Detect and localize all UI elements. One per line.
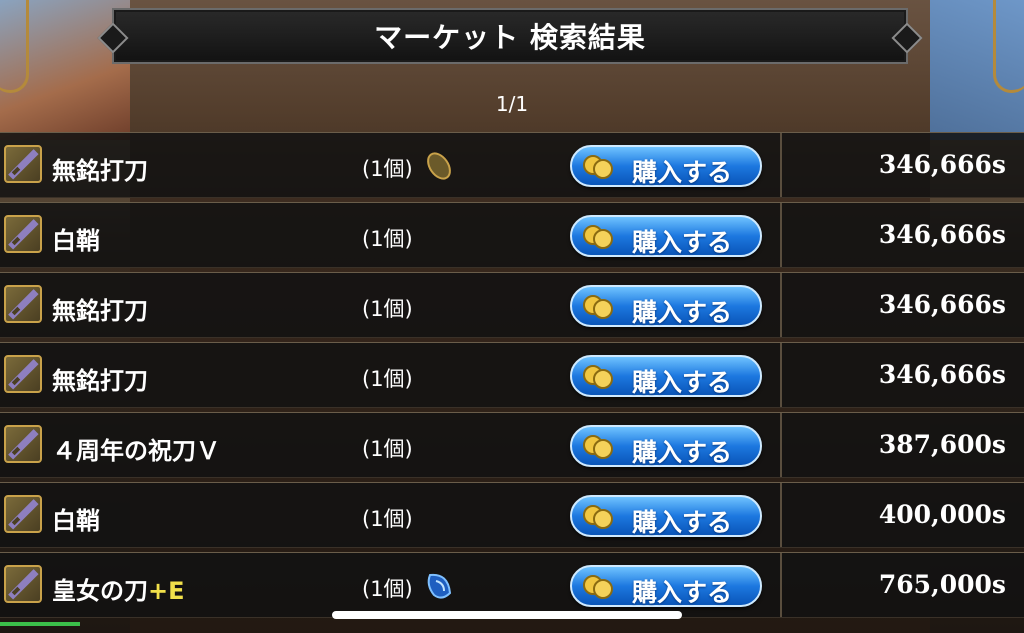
item-name: 白鞘 <box>52 507 100 535</box>
coin-icon <box>582 364 616 390</box>
seed-icon <box>422 149 456 183</box>
sword-icon <box>4 495 42 533</box>
item-name: 皇女の刀+E <box>52 577 185 605</box>
list-item: 白鞘 (1個) 購入する 346,666s <box>0 202 1024 268</box>
buy-button[interactable]: 購入する <box>570 285 762 327</box>
page-title: マーケット 検索結果 <box>374 21 646 54</box>
sword-icon <box>4 215 42 253</box>
item-price: 400,000s <box>878 500 1006 529</box>
coin-icon <box>582 504 616 530</box>
item-quantity: (1個) <box>362 507 413 531</box>
coin-icon <box>582 294 616 320</box>
item-quantity: (1個) <box>362 157 413 181</box>
item-price: 346,666s <box>878 220 1006 249</box>
list-item: 白鞘 (1個) 購入する 400,000s <box>0 482 1024 548</box>
column-divider <box>780 413 782 477</box>
bottom-progress-bar <box>0 622 80 626</box>
coin-icon <box>582 574 616 600</box>
page-indicator: 1/1 <box>495 92 529 116</box>
buy-button[interactable]: 購入する <box>570 495 762 537</box>
title-bar: マーケット 検索結果 <box>97 8 923 64</box>
buy-button-label: 購入する <box>632 508 733 537</box>
item-quantity: (1個) <box>362 437 413 461</box>
item-price: 765,000s <box>878 570 1006 599</box>
enhancement-suffix: +E <box>148 577 185 605</box>
home-indicator[interactable] <box>332 611 682 619</box>
column-divider <box>780 343 782 407</box>
buy-button-label: 購入する <box>632 438 733 467</box>
buy-button-label: 購入する <box>632 578 733 607</box>
sword-icon <box>4 355 42 393</box>
column-divider <box>780 133 782 197</box>
item-name: ４周年の祝刀Ｖ <box>52 437 220 465</box>
item-name: 白鞘 <box>52 227 100 255</box>
buy-button[interactable]: 購入する <box>570 355 762 397</box>
item-name: 無銘打刀 <box>52 297 148 325</box>
list-item: 無銘打刀 (1個) 購入する 346,666s <box>0 342 1024 408</box>
buy-button-label: 購入する <box>632 368 733 397</box>
coin-icon <box>582 154 616 180</box>
item-quantity: (1個) <box>362 227 413 251</box>
right-ornament <box>993 0 1024 93</box>
column-divider <box>780 483 782 547</box>
item-quantity: (1個) <box>362 577 413 601</box>
coin-icon <box>582 434 616 460</box>
list-item: ４周年の祝刀Ｖ (1個) 購入する 387,600s <box>0 412 1024 478</box>
buy-button-label: 購入する <box>632 298 733 327</box>
sword-icon <box>4 285 42 323</box>
item-price: 387,600s <box>878 430 1006 459</box>
buy-button[interactable]: 購入する <box>570 215 762 257</box>
water-drop-icon <box>422 569 456 603</box>
buy-button[interactable]: 購入する <box>570 145 762 187</box>
item-name: 無銘打刀 <box>52 157 148 185</box>
coin-icon <box>582 224 616 250</box>
sword-icon <box>4 425 42 463</box>
sword-icon <box>4 565 42 603</box>
buy-button-label: 購入する <box>632 158 733 187</box>
buy-button[interactable]: 購入する <box>570 425 762 467</box>
item-price: 346,666s <box>878 290 1006 319</box>
item-price: 346,666s <box>878 150 1006 179</box>
column-divider <box>780 203 782 267</box>
column-divider <box>780 553 782 617</box>
list-item: 皇女の刀+E (1個) 購入する 765,000s <box>0 552 1024 618</box>
sword-icon <box>4 145 42 183</box>
list-item: 無銘打刀 (1個) 購入する 346,666s <box>0 272 1024 338</box>
item-quantity: (1個) <box>362 367 413 391</box>
column-divider <box>780 273 782 337</box>
buy-button[interactable]: 購入する <box>570 565 762 607</box>
buy-button-label: 購入する <box>632 228 733 257</box>
list-item: 無銘打刀 (1個) 購入する 346,666s <box>0 132 1024 198</box>
item-quantity: (1個) <box>362 297 413 321</box>
item-name: 無銘打刀 <box>52 367 148 395</box>
item-price: 346,666s <box>878 360 1006 389</box>
left-ornament <box>0 0 29 93</box>
